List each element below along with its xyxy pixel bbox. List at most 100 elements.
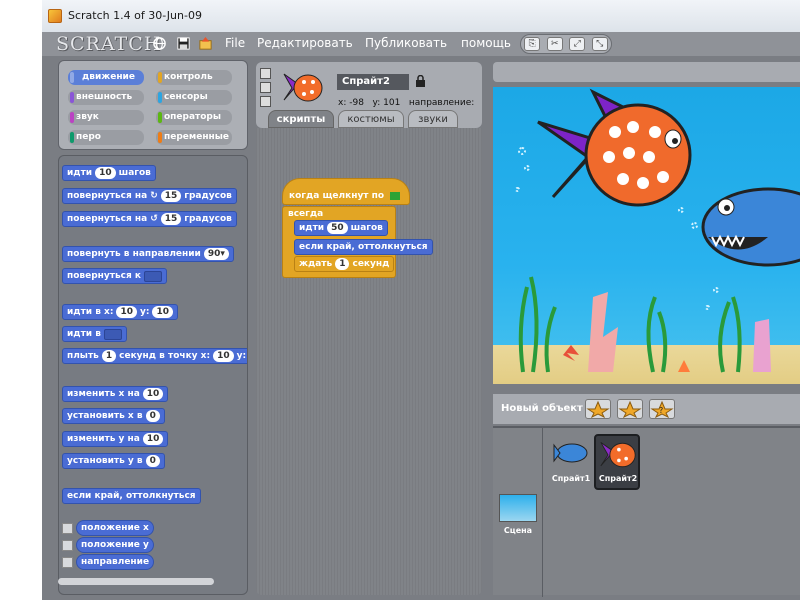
- category-sensing[interactable]: сенсоры: [156, 90, 232, 105]
- block-bounce[interactable]: если край, оттолкнуться: [62, 488, 201, 504]
- window-title: Scratch 1.4 of 30-Jun-09: [68, 9, 202, 22]
- script-area[interactable]: когда щелкнут по всегда идти 50 шагов ес…: [256, 128, 482, 595]
- block-input[interactable]: 90▾: [203, 248, 229, 260]
- block-label: положение x: [81, 523, 149, 533]
- block-input[interactable]: 10: [142, 433, 164, 445]
- block-goto-xy[interactable]: идти в x: 10 y: 10: [62, 304, 178, 320]
- category-label: сенсоры: [164, 92, 208, 102]
- menu-help[interactable]: помощь: [461, 36, 511, 50]
- sprite-name-field[interactable]: Спрайт2: [337, 74, 409, 90]
- reporter-y-position[interactable]: положение y: [76, 537, 154, 553]
- block-input[interactable]: 1: [335, 258, 350, 270]
- block-input[interactable]: 10: [142, 388, 164, 400]
- block-input[interactable]: 10: [152, 306, 173, 318]
- sprite-card-sprite2[interactable]: Спрайт2: [594, 434, 640, 490]
- block-change-y[interactable]: изменить у на 10: [62, 431, 169, 447]
- globe-icon[interactable]: [152, 36, 167, 51]
- script-bounce-block[interactable]: если край, оттолкнуться: [294, 239, 433, 255]
- menu-bar: SCRATCH File Редактировать Публиковать п…: [42, 32, 800, 56]
- paint-new-sprite-button[interactable]: [585, 399, 611, 419]
- script-wait-block[interactable]: ждать 1 секунд: [294, 256, 395, 272]
- reporter-checkbox-direction[interactable]: [62, 557, 73, 568]
- block-input[interactable]: 1: [101, 350, 117, 362]
- block-set-y[interactable]: установить у в 0: [62, 453, 165, 469]
- grow-tool-icon[interactable]: ⤢: [569, 37, 586, 51]
- category-label: перо: [76, 132, 101, 142]
- block-input[interactable]: 50: [327, 222, 348, 234]
- block-goto[interactable]: идти в: [62, 326, 127, 342]
- block-label: когда щелкнут по: [289, 191, 385, 201]
- block-input[interactable]: 10: [213, 350, 234, 362]
- reporter-direction[interactable]: направление: [76, 554, 155, 570]
- menu-file[interactable]: File: [225, 36, 245, 50]
- tab-sounds[interactable]: звуки: [408, 110, 458, 128]
- category-sound[interactable]: звук: [68, 110, 144, 125]
- choose-sprite-file-button[interactable]: [617, 399, 643, 419]
- block-label: установить х в: [67, 411, 143, 421]
- sprite-card-sprite1[interactable]: Спрайт1: [548, 434, 594, 490]
- block-point-towards[interactable]: повернуться к: [62, 268, 167, 284]
- block-change-x[interactable]: изменить х на 10: [62, 386, 169, 402]
- category-variables[interactable]: переменные: [156, 130, 232, 145]
- category-control[interactable]: контроль: [156, 70, 232, 85]
- no-rotate-button[interactable]: [260, 96, 271, 107]
- folder-star-icon: [618, 400, 642, 419]
- scratch-logo: SCRATCH: [56, 33, 162, 55]
- block-label: повернуться на: [67, 214, 148, 224]
- block-glide[interactable]: плыть 1 секунд в точку x: 10 y: 10: [62, 348, 247, 364]
- tab-scripts[interactable]: скрипты: [268, 110, 334, 128]
- block-label: шагов: [350, 223, 383, 233]
- stage[interactable]: [493, 87, 800, 384]
- save-icon[interactable]: [176, 36, 191, 51]
- sprite-name-label: Спрайт2: [598, 474, 638, 483]
- block-label: положение y: [81, 540, 149, 550]
- block-turn-left[interactable]: повернуться на ↺ 15 градусов: [62, 211, 237, 227]
- sprite-list: Сцена Спрайт1 Спрайт2: [493, 426, 800, 597]
- reporter-checkbox-x[interactable]: [62, 523, 73, 534]
- blue-shark-sprite: [701, 187, 800, 267]
- new-sprite-label: Новый объект: [501, 403, 583, 414]
- tab-costumes[interactable]: костюмы: [338, 110, 404, 128]
- block-turn-right[interactable]: повернуться на ↻ 15 градусов: [62, 188, 237, 204]
- block-label: идти в x:: [67, 307, 114, 317]
- lock-icon[interactable]: [416, 75, 425, 87]
- scratch-app-icon: [48, 9, 62, 23]
- category-label: движение: [82, 72, 135, 82]
- category-motion[interactable]: движение: [68, 70, 144, 85]
- script-hat-block[interactable]: когда щелкнут по: [282, 178, 410, 205]
- block-label: y:: [140, 307, 150, 317]
- paint-star-icon: [586, 400, 610, 419]
- script-move-block[interactable]: идти 50 шагов: [294, 220, 388, 236]
- block-input[interactable]: 10: [116, 306, 137, 318]
- block-input[interactable]: 0: [145, 455, 160, 467]
- category-operators[interactable]: операторы: [156, 110, 232, 125]
- delete-tool-icon[interactable]: ✂: [546, 37, 563, 51]
- menu-share[interactable]: Публиковать: [365, 36, 447, 50]
- category-color-bar: [70, 72, 74, 83]
- block-input[interactable]: 15: [160, 190, 182, 202]
- y-value: 101: [383, 98, 401, 108]
- block-input[interactable]: 10: [95, 167, 116, 179]
- block-input[interactable]: 15: [160, 213, 182, 225]
- block-set-x[interactable]: установить х в 0: [62, 408, 165, 424]
- block-move-steps[interactable]: идти 10 шагов: [62, 165, 156, 181]
- block-dropdown[interactable]: [103, 328, 122, 340]
- random-sprite-button[interactable]: ?: [649, 399, 675, 419]
- stage-thumbnail[interactable]: [499, 494, 537, 522]
- menu-edit[interactable]: Редактировать: [257, 36, 353, 50]
- category-pen[interactable]: перо: [68, 130, 144, 145]
- rotate-style-button[interactable]: [260, 68, 271, 79]
- y-label: y:: [372, 98, 381, 108]
- reporter-checkbox-y[interactable]: [62, 540, 73, 551]
- block-point-direction[interactable]: повернуть в направлении 90▾: [62, 246, 234, 262]
- block-dropdown[interactable]: [144, 270, 162, 282]
- reporter-x-position[interactable]: положение x: [76, 520, 154, 536]
- flip-style-button[interactable]: [260, 82, 271, 93]
- category-looks[interactable]: внешность: [68, 90, 144, 105]
- shrink-tool-icon[interactable]: ⤡: [591, 37, 608, 51]
- duplicate-tool-icon[interactable]: ⎘: [524, 37, 541, 51]
- palette-scrollbar[interactable]: [58, 578, 214, 585]
- share-icon[interactable]: [198, 36, 213, 51]
- sprite-name-label: Спрайт1: [551, 474, 591, 483]
- block-input[interactable]: 0: [145, 410, 160, 422]
